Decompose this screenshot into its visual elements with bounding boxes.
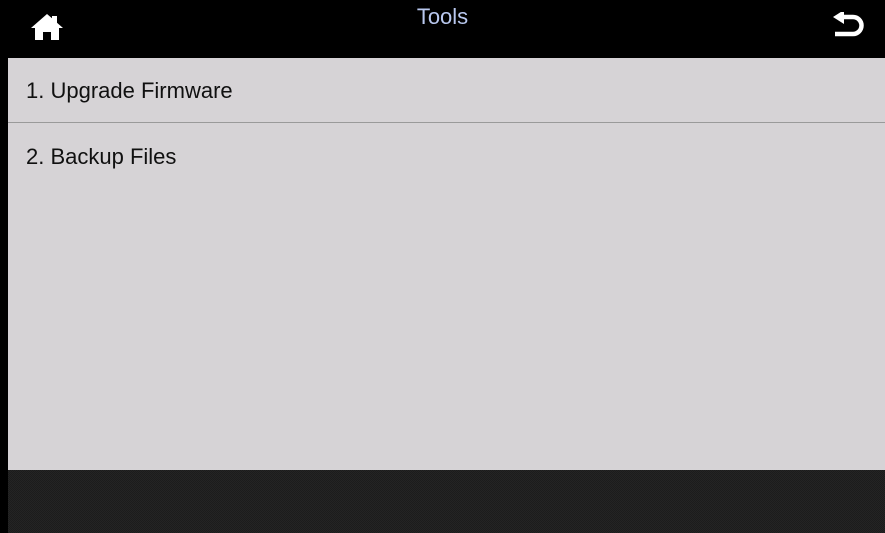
tools-screen: Tools 1. Upgrade Firmware 2. Backup File… (0, 0, 885, 533)
menu-item-label: 2. Backup Files (26, 144, 177, 169)
menu-item-backup-files[interactable]: 2. Backup Files (8, 124, 885, 188)
menu-list: 1. Upgrade Firmware 2. Backup Files (8, 58, 885, 470)
menu-item-label: 1. Upgrade Firmware (26, 78, 233, 103)
top-bar: Tools (0, 0, 885, 58)
home-icon (30, 13, 64, 46)
back-arrow-icon (831, 9, 865, 47)
menu-item-upgrade-firmware[interactable]: 1. Upgrade Firmware (8, 58, 885, 122)
page-title: Tools (416, 4, 469, 29)
divider (8, 122, 885, 123)
back-button[interactable] (822, 9, 874, 48)
home-button[interactable] (20, 11, 74, 47)
bottom-bar (8, 470, 885, 533)
